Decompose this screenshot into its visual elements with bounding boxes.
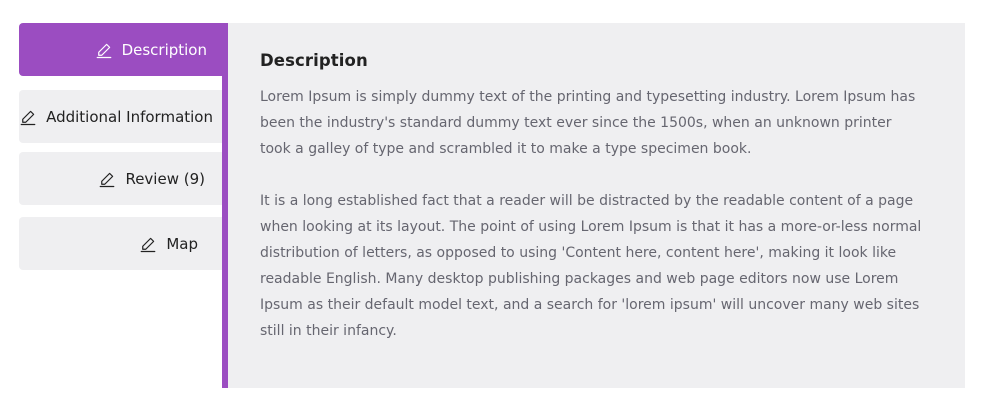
panel-title: Description — [260, 51, 368, 70]
tab-additional-information[interactable]: Additional Information — [19, 90, 223, 143]
pencil-icon — [95, 41, 113, 59]
tab-label: Description — [121, 40, 207, 59]
pencil-icon — [98, 170, 116, 188]
tab-description[interactable]: Description — [19, 23, 229, 76]
pencil-icon — [139, 235, 157, 253]
description-panel: Description Lorem Ipsum is simply dummy … — [222, 23, 965, 388]
tab-label: Additional Information — [46, 107, 213, 126]
description-paragraph: It is a long established fact that a rea… — [260, 193, 922, 339]
tab-review[interactable]: Review (9) — [19, 152, 223, 205]
pencil-icon — [19, 108, 37, 126]
description-paragraph: Lorem Ipsum is simply dummy text of the … — [260, 89, 916, 157]
tab-label: Review (9) — [125, 169, 205, 188]
tab-label: Map — [166, 234, 198, 253]
tab-map[interactable]: Map — [19, 217, 223, 270]
